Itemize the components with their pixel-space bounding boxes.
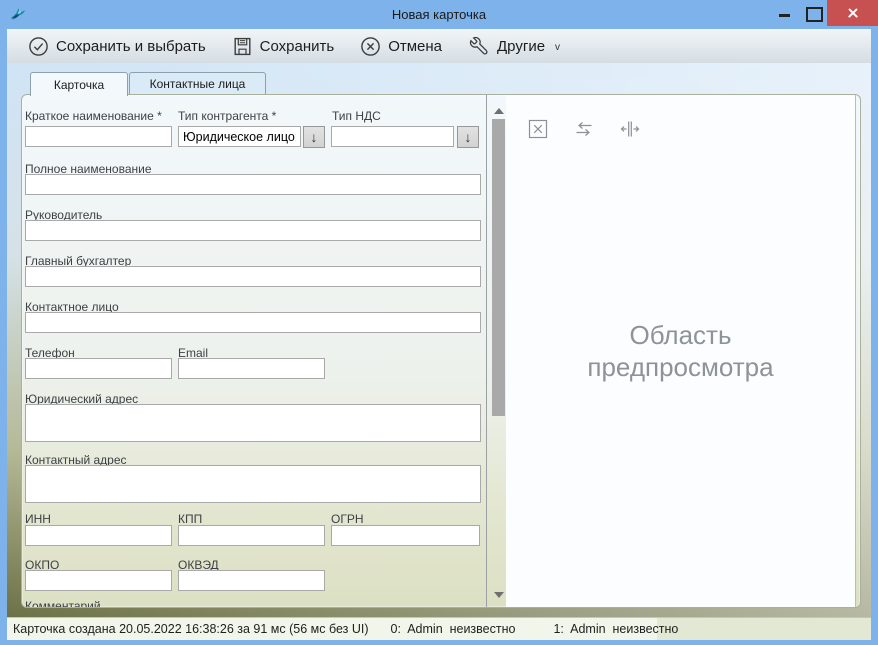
tab-contact-persons-label: Контактные лица <box>150 77 246 91</box>
arrow-down-icon: ↓ <box>465 129 472 145</box>
status-user-0: 0: Admin неизвестно <box>391 622 516 636</box>
others-button[interactable]: Другие v <box>459 31 569 61</box>
cancel-circle-icon <box>360 36 381 57</box>
short-name-input[interactable] <box>25 126 172 147</box>
short-name-label: Краткое наименование * <box>25 109 162 123</box>
kpp-label: КПП <box>178 512 202 526</box>
phone-input[interactable] <box>25 358 172 379</box>
counterparty-type-label: Тип контрагента * <box>178 109 276 123</box>
status-message: Карточка создана 20.05.2022 16:38:26 за … <box>13 622 369 636</box>
status-bar: Карточка создана 20.05.2022 16:38:26 за … <box>7 617 871 640</box>
save-and-select-button[interactable]: Сохранить и выбрать <box>19 31 215 61</box>
form-area: Краткое наименование * Тип контрагента *… <box>22 95 486 607</box>
vat-type-dropdown-button[interactable]: ↓ <box>457 126 479 148</box>
okpo-input[interactable] <box>25 570 172 591</box>
minimize-button[interactable] <box>776 6 794 22</box>
titlebar: Новая карточка <box>0 0 878 29</box>
card-panel: Краткое наименование * Тип контрагента *… <box>21 94 861 608</box>
swap-horizontal-icon[interactable] <box>574 119 594 139</box>
form-scrollbar[interactable] <box>492 95 505 607</box>
split-columns-icon[interactable] <box>620 119 640 139</box>
scroll-down-arrow-icon[interactable] <box>494 592 504 598</box>
content-area: Карточка Контактные лица Краткое наимено… <box>7 63 871 617</box>
okved-input[interactable] <box>178 570 325 591</box>
status-user-1: 1: Admin неизвестно <box>553 622 678 636</box>
counterparty-type-dropdown-button[interactable]: ↓ <box>303 126 325 148</box>
maximize-button[interactable] <box>804 6 822 22</box>
status-section: Карточка создана 20.05.2022 16:38:26 за … <box>7 618 657 640</box>
counterparty-type-input[interactable] <box>178 126 301 147</box>
chevron-down-icon: v <box>555 42 560 53</box>
preview-area: Область предпросмотра <box>506 95 856 607</box>
vat-type-label: Тип НДС <box>332 109 381 123</box>
email-input[interactable] <box>178 358 325 379</box>
save-button[interactable]: Сохранить <box>223 31 344 61</box>
contact-address-input[interactable] <box>25 465 481 503</box>
tab-card-label: Карточка <box>54 78 104 92</box>
close-button[interactable] <box>827 0 878 26</box>
full-name-input[interactable] <box>25 174 481 195</box>
cancel-label: Отмена <box>388 38 442 55</box>
inn-input[interactable] <box>25 525 172 546</box>
ogrn-label: ОГРН <box>331 512 364 526</box>
preview-toolbar <box>528 119 640 139</box>
wrench-icon <box>468 35 490 57</box>
close-box-icon[interactable] <box>528 119 548 139</box>
scrollbar-thumb[interactable] <box>492 119 505 416</box>
ogrn-input[interactable] <box>331 525 480 546</box>
tab-contact-persons[interactable]: Контактные лица <box>129 72 266 94</box>
contact-person-input[interactable] <box>25 312 481 333</box>
save-and-select-label: Сохранить и выбрать <box>56 38 206 55</box>
chief-accountant-input[interactable] <box>25 266 481 287</box>
legal-address-input[interactable] <box>25 404 481 442</box>
head-input[interactable] <box>25 220 481 241</box>
window: Новая карточка Сохранить и выбрать Сохра… <box>0 0 878 645</box>
vat-type-input[interactable] <box>331 126 454 147</box>
others-label: Другие <box>497 38 545 55</box>
scroll-up-arrow-icon[interactable] <box>494 108 504 114</box>
comment-label: Комментарий <box>25 599 101 608</box>
kpp-input[interactable] <box>178 525 325 546</box>
preview-placeholder: Область предпросмотра <box>561 319 801 383</box>
save-floppy-icon <box>232 36 253 57</box>
check-circle-icon <box>28 36 49 57</box>
form-preview-divider <box>486 95 487 607</box>
toolbar: Сохранить и выбрать Сохранить Отмена Дру… <box>7 29 871 63</box>
cancel-button[interactable]: Отмена <box>351 31 451 61</box>
inn-label: ИНН <box>25 512 51 526</box>
arrow-down-icon: ↓ <box>311 129 318 145</box>
save-label: Сохранить <box>260 38 335 55</box>
tab-card[interactable]: Карточка <box>30 72 128 96</box>
window-title: Новая карточка <box>0 0 878 29</box>
